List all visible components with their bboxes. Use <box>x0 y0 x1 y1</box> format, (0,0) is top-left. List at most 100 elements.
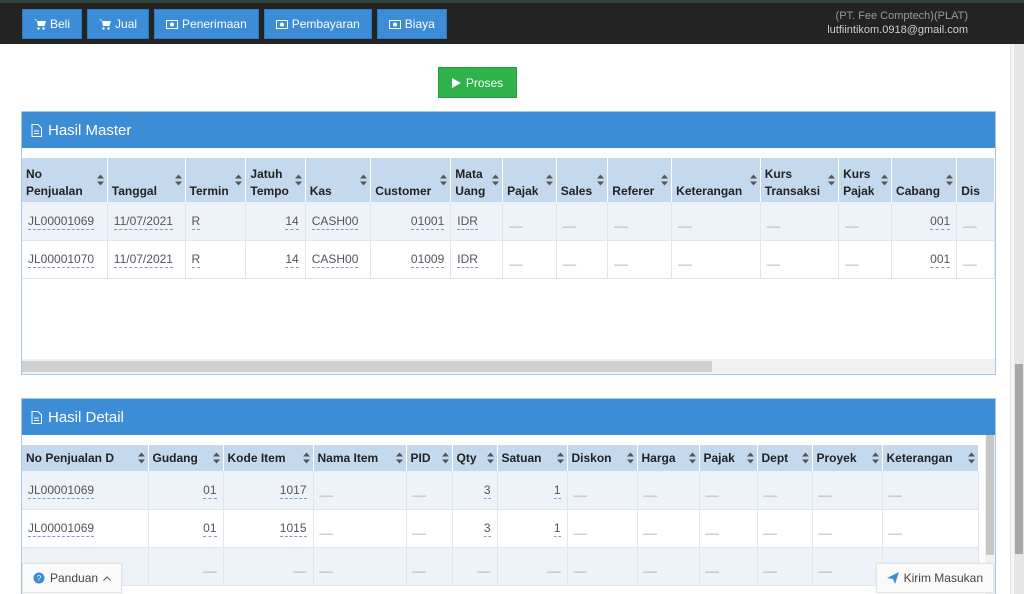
table-cell[interactable]: __ <box>567 509 638 548</box>
table-cell[interactable]: __ <box>699 547 758 586</box>
table-cell[interactable]: 1 <box>497 471 568 510</box>
master-hscrollbar-thumb[interactable] <box>22 361 712 372</box>
table-cell[interactable]: JL00001069 <box>22 471 149 510</box>
detail-col-header[interactable]: No Penjualan D <box>22 445 149 471</box>
table-cell[interactable]: __ <box>956 240 995 279</box>
table-cell[interactable]: __ <box>812 471 883 510</box>
table-cell[interactable]: __ <box>223 547 314 586</box>
table-cell[interactable]: __ <box>452 547 498 586</box>
table-cell[interactable]: __ <box>757 509 813 548</box>
proses-button[interactable]: Proses <box>438 67 517 98</box>
table-cell[interactable]: JL00001069 <box>22 509 149 548</box>
table-cell[interactable]: IDR <box>450 240 504 279</box>
nav-button-pembayaran[interactable]: Pembayaran <box>263 9 372 39</box>
table-cell[interactable]: 001 <box>891 202 958 241</box>
detail-col-header[interactable]: Proyek <box>812 445 883 471</box>
table-cell[interactable]: __ <box>838 202 893 241</box>
table-cell[interactable]: __ <box>637 471 700 510</box>
master-col-header[interactable]: Sales <box>556 158 609 202</box>
table-cell[interactable]: __ <box>760 202 840 241</box>
table-cell[interactable]: JL00001069 <box>22 202 108 241</box>
table-cell[interactable]: __ <box>607 202 673 241</box>
master-col-header[interactable]: Dis <box>956 158 995 202</box>
table-cell[interactable]: __ <box>502 202 557 241</box>
table-cell[interactable]: __ <box>699 509 758 548</box>
detail-col-header[interactable]: Keterangan <box>882 445 979 471</box>
table-cell[interactable]: __ <box>313 547 407 586</box>
table-cell[interactable]: __ <box>757 471 813 510</box>
master-col-header[interactable]: Keterangan <box>671 158 761 202</box>
table-cell[interactable]: 001 <box>891 240 958 279</box>
table-row[interactable]: ________________________ <box>22 547 979 586</box>
table-cell[interactable]: 14 <box>245 240 306 279</box>
table-cell[interactable]: 01 <box>148 471 224 510</box>
kirim-masukan-button[interactable]: Kirim Masukan <box>875 563 994 593</box>
master-col-header[interactable]: Mata Uang <box>450 158 504 202</box>
detail-col-header[interactable]: Diskon <box>567 445 638 471</box>
table-cell[interactable]: JL00001070 <box>22 240 108 279</box>
table-row[interactable]: JL00001069 01 1017 __ __ 3 1 __ __ __ __ __ __ <box>22 471 979 510</box>
table-cell[interactable]: __ <box>313 471 407 510</box>
master-col-header[interactable]: No Penjualan <box>22 158 108 202</box>
table-cell[interactable]: 14 <box>245 202 306 241</box>
detail-col-header[interactable]: PID <box>406 445 453 471</box>
detail-col-header[interactable]: Qty <box>452 445 498 471</box>
table-cell[interactable]: R <box>185 202 247 241</box>
master-hscrollbar[interactable] <box>22 359 995 374</box>
master-col-header[interactable]: Kas <box>305 158 372 202</box>
master-col-header[interactable]: Customer <box>370 158 452 202</box>
table-cell[interactable]: 01009 <box>370 240 452 279</box>
table-cell[interactable]: IDR <box>450 202 504 241</box>
table-cell[interactable]: __ <box>838 240 893 279</box>
master-col-header[interactable]: Kurs Pajak <box>838 158 893 202</box>
table-cell[interactable]: __ <box>760 240 840 279</box>
table-cell[interactable]: 01 <box>148 509 224 548</box>
table-cell[interactable]: __ <box>812 547 883 586</box>
page-scrollbar[interactable] <box>1014 44 1024 594</box>
table-cell[interactable]: 1 <box>497 509 568 548</box>
nav-button-biaya[interactable]: Biaya <box>376 9 447 39</box>
table-cell[interactable]: __ <box>637 509 700 548</box>
nav-button-penerimaan[interactable]: Penerimaan <box>154 9 259 39</box>
detail-col-header[interactable]: Satuan <box>497 445 568 471</box>
table-cell[interactable]: __ <box>406 471 453 510</box>
table-cell[interactable]: __ <box>148 547 224 586</box>
table-cell[interactable]: 01001 <box>370 202 452 241</box>
table-cell[interactable]: 3 <box>452 471 498 510</box>
master-col-header[interactable]: Tanggal <box>107 158 186 202</box>
master-col-header[interactable]: Referer <box>607 158 673 202</box>
detail-col-header[interactable]: Gudang <box>148 445 224 471</box>
detail-col-header[interactable]: Harga <box>637 445 700 471</box>
table-cell[interactable]: __ <box>502 240 557 279</box>
detail-col-header[interactable]: Kode Item <box>223 445 314 471</box>
table-cell[interactable]: __ <box>882 471 979 510</box>
master-col-header[interactable]: Pajak <box>502 158 557 202</box>
table-cell[interactable]: __ <box>313 509 407 548</box>
master-col-header[interactable]: Termin <box>185 158 247 202</box>
detail-col-header[interactable]: Dept <box>757 445 813 471</box>
master-col-header[interactable]: Cabang <box>891 158 958 202</box>
table-cell[interactable]: 11/07/2021 <box>107 202 186 241</box>
table-cell[interactable]: __ <box>406 547 453 586</box>
table-cell[interactable]: 1015 <box>223 509 314 548</box>
table-cell[interactable]: 3 <box>452 509 498 548</box>
table-cell[interactable]: __ <box>497 547 568 586</box>
nav-button-beli[interactable]: Beli <box>22 9 83 39</box>
table-cell[interactable]: __ <box>882 509 979 548</box>
panduan-button[interactable]: ? Panduan <box>22 563 123 593</box>
master-col-header[interactable]: Jatuh Tempo <box>245 158 306 202</box>
table-cell[interactable]: __ <box>757 547 813 586</box>
table-row[interactable]: JL00001069 11/07/2021 R 14 CASH00 01001 IDR __ _… <box>22 202 995 241</box>
detail-vscrollbar-thumb[interactable] <box>986 435 994 555</box>
page-scrollbar-thumb[interactable] <box>1015 364 1023 554</box>
table-row[interactable]: JL00001070 11/07/2021 R 14 CASH00 01009 IDR __ _… <box>22 240 995 279</box>
table-cell[interactable]: __ <box>671 240 761 279</box>
table-cell[interactable]: __ <box>637 547 700 586</box>
table-row[interactable]: JL00001069 01 1015 __ __ 3 1 __ __ __ __ __ __ <box>22 509 979 548</box>
table-cell[interactable]: __ <box>607 240 673 279</box>
table-cell[interactable]: R <box>185 240 247 279</box>
master-col-header[interactable]: Kurs Transaksi <box>760 158 840 202</box>
table-cell[interactable]: 11/07/2021 <box>107 240 186 279</box>
table-cell[interactable]: __ <box>671 202 761 241</box>
table-cell[interactable]: __ <box>699 471 758 510</box>
